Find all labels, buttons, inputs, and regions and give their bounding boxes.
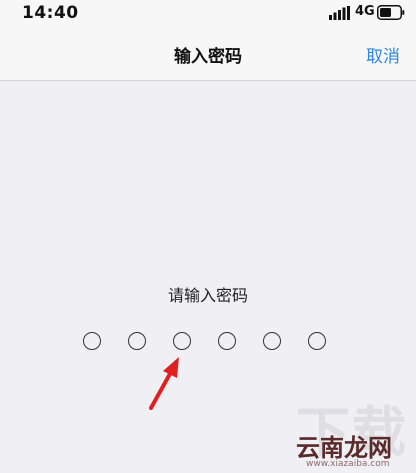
red-arrow-icon — [149, 357, 179, 410]
passcode-dot — [173, 332, 191, 350]
watermark-logo: 云南龙网 — [296, 434, 392, 462]
watermark-url: www.xiazaiba.com — [306, 459, 390, 469]
passcode-dot — [308, 332, 326, 350]
nav-bar: 输入密码 取消 — [0, 28, 416, 81]
passcode-dot — [128, 332, 146, 350]
battery-icon — [377, 5, 405, 20]
status-time: 14:40 — [22, 3, 79, 23]
passcode-input[interactable] — [0, 332, 416, 354]
cancel-button[interactable]: 取消 — [366, 42, 400, 67]
page-title: 输入密码 — [174, 47, 242, 67]
passcode-prompt: 请输入密码 — [167, 286, 248, 305]
signal-icon — [329, 6, 350, 20]
passcode-dot — [218, 332, 236, 350]
status-bar: 14:40 4G — [0, 0, 416, 28]
network-type: 4G — [355, 4, 375, 19]
passcode-dot — [263, 332, 281, 350]
passcode-dot — [83, 332, 101, 350]
